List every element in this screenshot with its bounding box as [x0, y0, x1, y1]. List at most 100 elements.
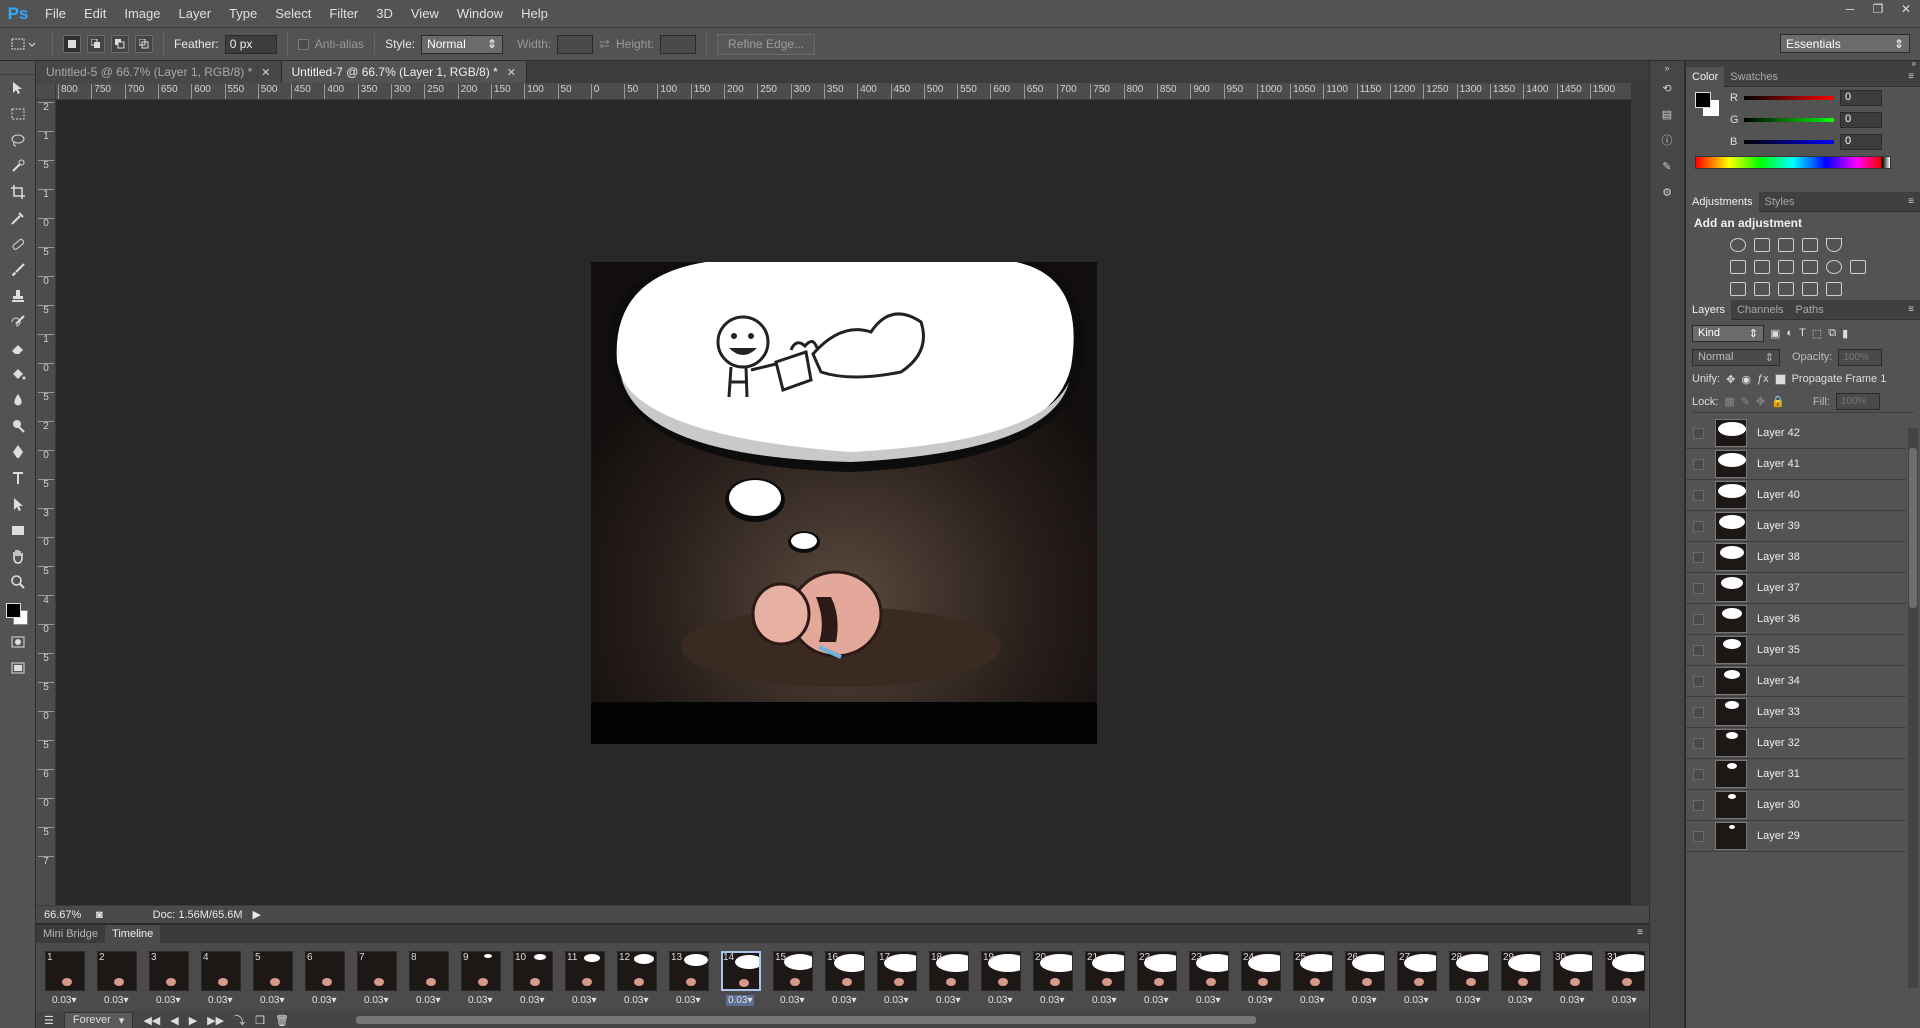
lock-transparent-icon[interactable]: ▦ [1724, 395, 1734, 408]
canvas-vertical-scrollbar[interactable] [1631, 83, 1649, 905]
tool-presets-panel-icon[interactable]: ⚙ [1650, 179, 1684, 205]
animation-frame[interactable]: 20 0.03▾ [1030, 948, 1082, 1011]
frame-delay-select[interactable]: 0.03▾ [1612, 995, 1636, 1006]
animation-frame[interactable]: 3 0.03▾ [146, 948, 198, 1011]
frame-delay-select[interactable]: 0.03▾ [312, 995, 336, 1006]
layer-row[interactable]: Layer 40 [1686, 480, 1906, 511]
blue-value-input[interactable]: 0 [1840, 134, 1882, 150]
foreground-color-swatch[interactable] [6, 603, 21, 618]
height-input[interactable] [660, 34, 697, 54]
layer-row[interactable]: Layer 36 [1686, 604, 1906, 635]
new-selection-button[interactable] [63, 35, 81, 53]
unify-position-icon[interactable]: ✥ [1726, 373, 1735, 386]
animation-frame[interactable]: 10 0.03▾ [510, 948, 562, 1011]
filter-adjustment-icon[interactable]: ◐ [1786, 327, 1793, 339]
frame-delay-select[interactable]: 0.03▾ [1352, 995, 1376, 1006]
channel-mixer-icon[interactable] [1826, 260, 1842, 274]
frame-delay-select[interactable]: 0.03▾ [572, 995, 596, 1006]
color-lookup-icon[interactable] [1850, 260, 1866, 274]
layer-visibility-toggle[interactable] [1693, 799, 1704, 811]
panel-menu-icon[interactable]: ≡ [1908, 71, 1914, 82]
frame-delay-select[interactable]: 0.03▾ [1508, 995, 1532, 1006]
intersect-selection-button[interactable] [135, 35, 153, 53]
animation-frame[interactable]: 5 0.03▾ [250, 948, 302, 1011]
frame-delay-select[interactable]: 0.03▾ [1196, 995, 1220, 1006]
info-panel-icon[interactable]: ⓘ [1650, 127, 1684, 153]
animation-frame[interactable]: 2 0.03▾ [94, 948, 146, 1011]
animation-frame[interactable]: 17 0.03▾ [874, 948, 926, 1011]
anti-alias-checkbox[interactable] [297, 38, 309, 50]
collapse-arrows-icon[interactable]: » [1650, 61, 1684, 75]
layer-visibility-toggle[interactable] [1693, 582, 1704, 594]
layer-kind-filter[interactable]: Kind ⇕ [1692, 324, 1764, 342]
rectangle-tool-icon[interactable] [0, 517, 36, 543]
frame-delay-select[interactable]: 0.03▾ [780, 995, 804, 1006]
quick-mask-icon[interactable] [0, 629, 36, 655]
hue-saturation-icon[interactable] [1730, 260, 1746, 274]
frame-delay-select[interactable]: 0.03▾ [832, 995, 856, 1006]
unify-visibility-icon[interactable]: ◉ [1741, 373, 1751, 386]
frame-delay-select[interactable]: 0.03▾ [1040, 995, 1064, 1006]
subtract-selection-button[interactable] [111, 35, 129, 53]
menu-3d[interactable]: 3D [367, 6, 402, 21]
animation-frame[interactable]: 6 0.03▾ [302, 948, 354, 1011]
frame-delay-select[interactable]: 0.03▾ [364, 995, 388, 1006]
tab-mini-bridge[interactable]: Mini Bridge [36, 925, 105, 943]
status-menu-arrow-icon[interactable]: ▶ [253, 908, 261, 921]
color-balance-icon[interactable] [1754, 260, 1770, 274]
paint-bucket-tool-icon[interactable] [0, 361, 36, 387]
posterize-icon[interactable] [1754, 282, 1770, 296]
lasso-tool-icon[interactable] [0, 127, 36, 153]
panel-menu-icon[interactable]: ≡ [1908, 304, 1914, 315]
blend-mode-select[interactable]: Normal ⇕ [1692, 348, 1780, 366]
frame-delay-select[interactable]: 0.03▾ [726, 995, 755, 1006]
tab-swatches[interactable]: Swatches [1724, 67, 1784, 87]
document-tab-untitled-7[interactable]: Untitled-7 @ 66.7% (Layer 1, RGB/8) * ✕ [281, 61, 527, 83]
play-icon[interactable]: ▶ [189, 1014, 197, 1027]
layer-row[interactable]: Layer 42 [1686, 418, 1906, 449]
frame-delay-select[interactable]: 0.03▾ [104, 995, 128, 1006]
animation-frame[interactable]: 8 0.03▾ [406, 948, 458, 1011]
animation-frame[interactable]: 12 0.03▾ [614, 948, 666, 1011]
workspace-select[interactable]: Essentials ⇕ [1780, 34, 1910, 53]
add-selection-button[interactable] [87, 35, 105, 53]
green-value-input[interactable]: 0 [1840, 112, 1882, 128]
animation-frame[interactable]: 26 0.03▾ [1342, 948, 1394, 1011]
tab-timeline[interactable]: Timeline [105, 925, 161, 943]
frame-delay-select[interactable]: 0.03▾ [468, 995, 492, 1006]
brightness-contrast-icon[interactable] [1730, 238, 1746, 252]
duplicate-frame-icon[interactable]: ❐ [255, 1014, 265, 1027]
color-swatches[interactable] [0, 595, 36, 629]
layer-visibility-toggle[interactable] [1693, 551, 1704, 563]
restore-button[interactable]: ❐ [1864, 0, 1892, 18]
animation-frame[interactable]: 22 0.03▾ [1134, 948, 1186, 1011]
menu-window[interactable]: Window [448, 6, 512, 21]
photo-filter-icon[interactable] [1802, 260, 1818, 274]
swap-dimensions-icon[interactable]: ⇄ [599, 36, 610, 52]
filter-toggle-icon[interactable]: ▮ [1842, 327, 1848, 340]
filter-shape-icon[interactable]: ⬚ [1812, 327, 1822, 340]
menu-image[interactable]: Image [115, 6, 169, 21]
style-select[interactable]: Normal ⇕ [421, 34, 504, 54]
ruler-origin[interactable] [36, 83, 56, 100]
propagate-frame-checkbox[interactable] [1774, 373, 1786, 385]
first-frame-icon[interactable]: ◀◀ [143, 1014, 160, 1027]
tool-preset-picker[interactable] [6, 33, 42, 55]
next-frame-icon[interactable]: ▶▶ [207, 1014, 224, 1027]
frame-delay-select[interactable]: 0.03▾ [1092, 995, 1116, 1006]
layer-row[interactable]: Layer 37 [1686, 573, 1906, 604]
layer-visibility-toggle[interactable] [1693, 489, 1704, 501]
properties-panel-icon[interactable]: ▤ [1650, 101, 1684, 127]
layer-visibility-toggle[interactable] [1693, 737, 1704, 749]
menu-layer[interactable]: Layer [170, 6, 221, 21]
menu-filter[interactable]: Filter [320, 6, 367, 21]
frame-delay-select[interactable]: 0.03▾ [1144, 995, 1168, 1006]
animation-frame[interactable]: 27 0.03▾ [1394, 948, 1446, 1011]
horizontal-ruler[interactable]: 800 750 700 650 600 550 500 450 400 350 300 250 200 1… [56, 83, 1631, 100]
selective-color-icon[interactable] [1802, 282, 1818, 296]
animation-frame[interactable]: 24 0.03▾ [1238, 948, 1290, 1011]
frame-delay-select[interactable]: 0.03▾ [520, 995, 544, 1006]
spot-healing-tool-icon[interactable] [0, 231, 36, 257]
crop-tool-icon[interactable] [0, 179, 36, 205]
screen-mode-icon[interactable] [0, 655, 36, 681]
